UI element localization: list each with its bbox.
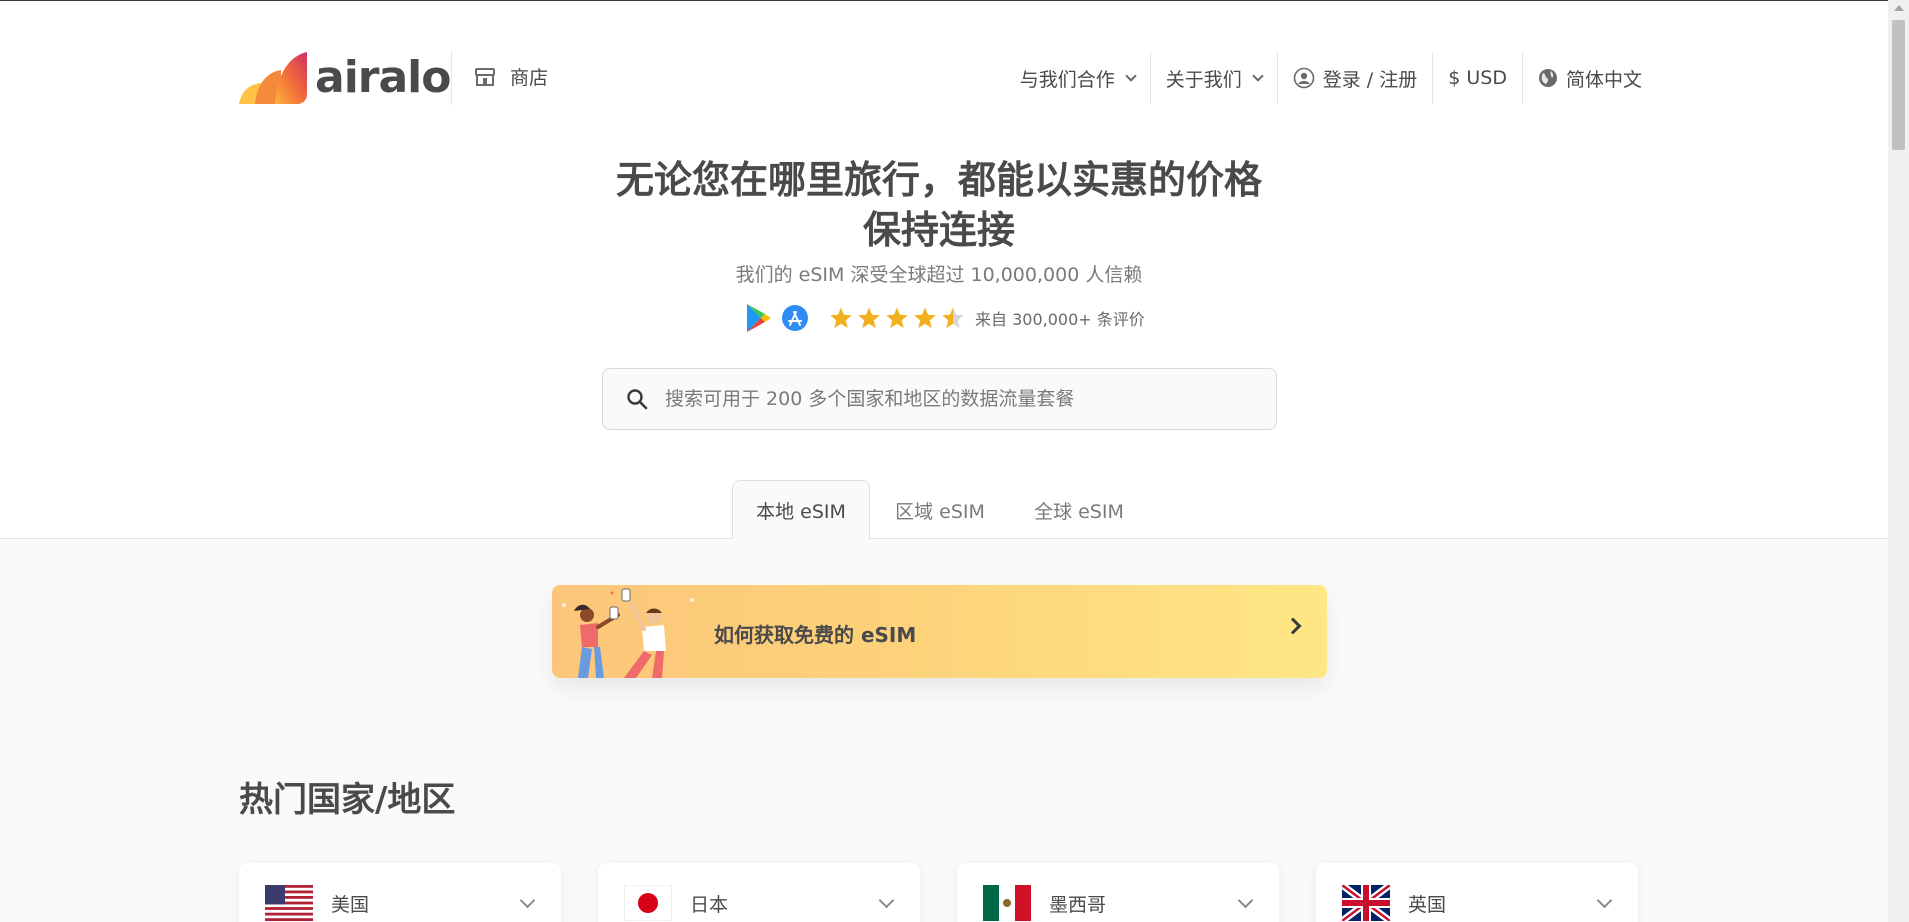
nav-login-label: 登录 / 注册 [1322,68,1418,91]
star-icon [886,307,908,328]
star-icon [858,307,880,328]
shop-label: 商店 [510,67,549,89]
country-name: 日本 [690,893,729,916]
nav-currency[interactable]: $ USD [1433,52,1523,104]
shop-link[interactable]: 商店 [474,63,548,90]
site-header: airalo 商店 与我们合作 关于我们 登录 / 注册 $ USD 简体中文 [0,0,1888,130]
free-esim-banner[interactable]: 如何获取免费的 eSIM [552,585,1327,678]
popular-countries-title: 热门国家/地区 [239,780,456,820]
country-name: 美国 [331,893,370,916]
rating-stars [829,306,965,330]
banner-text: 如何获取免费的 eSIM [714,623,917,647]
hero-title: 无论您在哪里旅行，都能以实惠的价格 保持连接 [594,155,1284,255]
main-nav: 与我们合作 关于我们 登录 / 注册 $ USD 简体中文 [1005,52,1642,104]
tab-regional-esim[interactable]: 区域 eSIM [885,480,995,540]
mexico-flag-icon [983,885,1031,921]
nav-about[interactable]: 关于我们 [1151,52,1278,104]
nav-partner[interactable]: 与我们合作 [1005,52,1151,104]
country-card-uk[interactable]: 英国 [1316,863,1638,922]
search-icon [627,389,648,410]
popular-countries-list: 美国 日本 墨西哥 英国 [239,863,1641,922]
country-card-japan[interactable]: 日本 [598,863,920,922]
globe-icon [1538,69,1557,87]
user-icon [1293,67,1315,89]
app-store-icons [745,303,809,333]
logo-wordmark: airalo [315,52,451,103]
japan-flag-icon [624,885,672,921]
chevron-down-icon [1125,70,1137,82]
header-divider [451,50,452,105]
country-card-mexico[interactable]: 墨西哥 [957,863,1279,922]
hero-subtitle: 我们的 eSIM 深受全球超过 10,000,000 人信赖 [735,264,1143,286]
scrollbar-thumb[interactable] [1892,20,1905,150]
country-name: 墨西哥 [1049,893,1107,916]
country-name: 英国 [1408,893,1447,916]
airalo-logo-icon [239,52,307,104]
app-store-icon[interactable] [781,304,809,332]
us-flag-icon [265,885,313,921]
rating-row: 来自 300,000+ 条评价 [745,300,1145,336]
star-icon [830,307,852,328]
page-scrollbar[interactable] [1888,0,1909,922]
nav-login[interactable]: 登录 / 注册 [1278,52,1434,104]
star-icon [914,307,936,328]
tab-global-esim[interactable]: 全球 eSIM [1024,480,1134,540]
rating-text: 来自 300,000+ 条评价 [975,310,1145,329]
celebrating-people-illustration [562,588,694,678]
nav-currency-label: $ USD [1448,67,1507,89]
nav-language[interactable]: 简体中文 [1523,52,1642,104]
star-icon [942,307,964,328]
search-box[interactable] [602,368,1277,430]
scroll-up-arrow-icon[interactable] [1894,5,1904,11]
chevron-right-icon [1284,617,1302,635]
hero-title-line1: 无论您在哪里旅行，都能以实惠的价格 [615,158,1262,202]
hero-title-line2: 保持连接 [862,208,1015,252]
chevron-down-icon [1237,892,1254,909]
uk-flag-icon [1342,885,1390,921]
esim-type-tabs: 本地 eSIM 区域 eSIM 全球 eSIM [0,480,1888,540]
tab-local-esim[interactable]: 本地 eSIM [732,480,870,540]
chevron-down-icon [519,892,536,909]
store-icon [475,67,495,86]
nav-partner-label: 与我们合作 [1019,68,1115,91]
google-play-icon[interactable] [745,303,773,333]
chevron-down-icon [1596,892,1613,909]
airalo-logo[interactable]: airalo [239,50,451,106]
chevron-down-icon [878,892,895,909]
country-card-usa[interactable]: 美国 [239,863,561,922]
page: airalo 商店 与我们合作 关于我们 登录 / 注册 $ USD 简体中文 … [0,0,1909,922]
search-input[interactable] [665,388,1265,410]
chevron-down-icon [1252,70,1264,82]
nav-about-label: 关于我们 [1165,68,1242,91]
nav-language-label: 简体中文 [1565,68,1642,91]
